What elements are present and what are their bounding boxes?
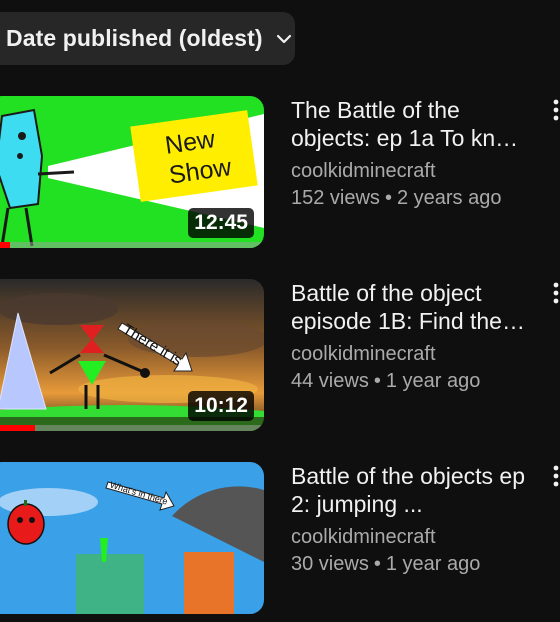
video-title[interactable]: Battle of the objects ep 2: jumping ... bbox=[291, 462, 527, 518]
video-thumbnail[interactable]: What's in there bbox=[0, 462, 264, 614]
upload-age: 1 year ago bbox=[385, 553, 481, 575]
channel-name[interactable]: coolkidminecraft bbox=[291, 158, 527, 184]
video-meta: Battle of the objects ep 2: jumping ... … bbox=[291, 462, 527, 578]
more-vert-icon bbox=[553, 282, 559, 304]
separator-dot: • bbox=[373, 370, 381, 392]
video-meta: The Battle of the objects: ep 1a To know… bbox=[291, 96, 527, 212]
view-count: 30 views bbox=[291, 553, 369, 575]
more-options-button[interactable] bbox=[544, 464, 560, 496]
video-item: New Show 12:45 The Battle of the objects… bbox=[0, 96, 560, 256]
watch-progress-fill bbox=[0, 425, 35, 431]
video-duration: 12:45 bbox=[188, 208, 254, 238]
channel-name[interactable]: coolkidminecraft bbox=[291, 524, 527, 550]
watch-progress-fill bbox=[0, 242, 11, 248]
more-options-button[interactable] bbox=[544, 281, 560, 313]
video-item: There it is 10:12 Battle of the object e… bbox=[0, 279, 560, 439]
upload-age: 1 year ago bbox=[385, 370, 481, 392]
video-stats: 30 views • 1 year ago bbox=[291, 550, 527, 578]
video-item: What's in there Battle of the objects ep… bbox=[0, 462, 560, 622]
video-meta: Battle of the object episode 1B: Find th… bbox=[291, 279, 527, 395]
chevron-down-icon bbox=[275, 30, 293, 48]
view-count: 44 views bbox=[291, 370, 369, 392]
more-vert-icon bbox=[553, 465, 559, 487]
view-count: 152 views bbox=[291, 187, 380, 209]
watch-progress-bar bbox=[0, 425, 264, 431]
watch-progress-bar bbox=[0, 242, 264, 248]
sort-chip-label: Date published (oldest) bbox=[6, 25, 263, 51]
upload-age: 2 years ago bbox=[396, 187, 502, 209]
video-title[interactable]: Battle of the object episode 1B: Find th… bbox=[291, 279, 527, 335]
more-vert-icon bbox=[553, 99, 559, 121]
separator-dot: • bbox=[384, 187, 392, 209]
video-thumbnail[interactable]: There it is 10:12 bbox=[0, 279, 264, 431]
separator-dot: • bbox=[373, 553, 381, 575]
video-stats: 152 views • 2 years ago bbox=[291, 184, 527, 212]
video-thumbnail[interactable]: New Show 12:45 bbox=[0, 96, 264, 248]
video-stats: 44 views • 1 year ago bbox=[291, 367, 527, 395]
more-options-button[interactable] bbox=[544, 98, 560, 130]
channel-name[interactable]: coolkidminecraft bbox=[291, 341, 527, 367]
video-duration: 10:12 bbox=[188, 391, 254, 421]
video-title[interactable]: The Battle of the objects: ep 1a To know… bbox=[291, 96, 527, 152]
sort-chip[interactable]: Date published (oldest) bbox=[0, 12, 295, 65]
